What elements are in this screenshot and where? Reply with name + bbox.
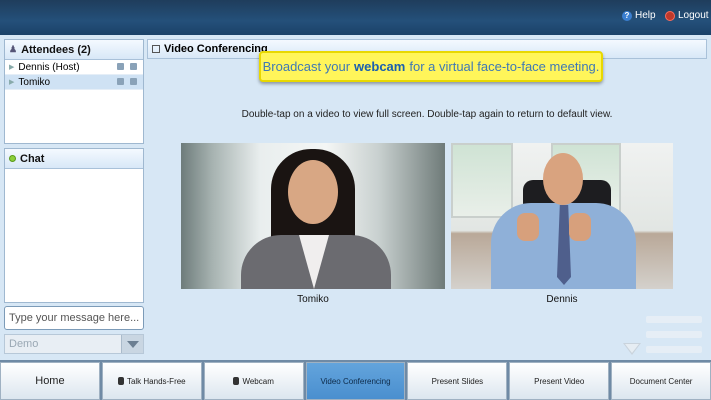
scroll-hint [646, 316, 702, 361]
tab-label: Document Center [629, 376, 693, 386]
chat-header: Chat [5, 149, 143, 169]
tab-present-slides[interactable]: Present Slides [407, 362, 508, 400]
tab-present-video[interactable]: Present Video [509, 362, 610, 400]
tab-talk-hands-free[interactable]: Talk Hands-Free [101, 362, 202, 400]
tab-webcam[interactable]: Webcam [203, 362, 304, 400]
tab-label: Present Video [534, 376, 585, 386]
video-icon [152, 45, 160, 53]
fullscreen-hint: Double-tap on a video to view full scree… [241, 109, 613, 120]
tab-label: Talk Hands-Free [126, 376, 186, 386]
microphone-icon [117, 377, 124, 385]
attendee-row[interactable]: ▶ Dennis (Host) [5, 60, 143, 75]
expand-arrow-icon: ▶ [9, 79, 15, 86]
help-icon: ? [622, 10, 632, 21]
participant-face [543, 153, 583, 205]
speaker-icon[interactable] [117, 63, 124, 70]
hand-icon[interactable] [130, 78, 137, 85]
expand-arrow-icon: ▶ [9, 64, 15, 71]
attendees-icon: ♟ [9, 44, 18, 54]
chat-recipient-select[interactable]: Demo [4, 334, 144, 354]
attendee-row[interactable]: ▶ Tomiko [5, 75, 143, 90]
banner-suffix: for a virtual face-to-face meeting. [409, 59, 600, 74]
bottom-nav: Home Talk Hands-Free Webcam Video Confer… [0, 360, 711, 400]
participant-hand [517, 213, 539, 241]
logout-label: Logout [678, 10, 709, 21]
speaker-icon[interactable] [117, 78, 124, 85]
tab-label: Video Conferencing [320, 376, 391, 386]
scroll-down-arrow-icon[interactable] [623, 343, 641, 355]
main-title: Video Conferencing [164, 43, 268, 55]
attendee-name: Dennis (Host) [18, 61, 80, 73]
chat-message-input[interactable] [4, 306, 144, 330]
tab-label: Home [35, 375, 65, 387]
chat-title: Chat [20, 152, 45, 165]
help-label: Help [635, 10, 656, 21]
video-feed-tomiko[interactable] [181, 143, 445, 289]
attendees-title: Attendees (2) [21, 43, 91, 56]
recipient-selected: Demo [9, 338, 39, 350]
power-icon [665, 10, 675, 21]
participant-hand [569, 213, 591, 241]
help-link[interactable]: ? Help [622, 10, 656, 21]
top-bar: ? Help Logout [0, 0, 711, 35]
tab-video-conferencing[interactable]: Video Conferencing [305, 362, 406, 400]
attendees-panel: ♟ Attendees (2) ▶ Dennis (Host) ▶ Tomiko [4, 39, 144, 144]
tab-label: Present Slides [431, 376, 484, 386]
video-feed-dennis[interactable] [451, 143, 673, 289]
tab-document-center[interactable]: Document Center [611, 362, 711, 400]
chat-status-icon [9, 155, 16, 162]
participant-face [288, 160, 338, 224]
webcam-icon [233, 377, 240, 385]
video-label: Tomiko [297, 294, 329, 305]
dropdown-arrow-icon[interactable] [121, 335, 143, 353]
chat-panel: Chat [4, 148, 144, 303]
tab-home[interactable]: Home [0, 362, 100, 400]
video-label: Dennis [546, 294, 578, 305]
background-window [451, 143, 513, 218]
logout-link[interactable]: Logout [665, 10, 709, 21]
banner-prefix: Broadcast your [262, 59, 351, 74]
webcam-banner[interactable]: Broadcast your webcam for a virtual face… [259, 51, 603, 82]
tab-label: Webcam [242, 376, 274, 386]
attendees-header: ♟ Attendees (2) [5, 40, 143, 60]
attendee-name: Tomiko [18, 76, 51, 88]
hand-icon[interactable] [130, 63, 137, 70]
banner-highlight: webcam [354, 59, 406, 74]
